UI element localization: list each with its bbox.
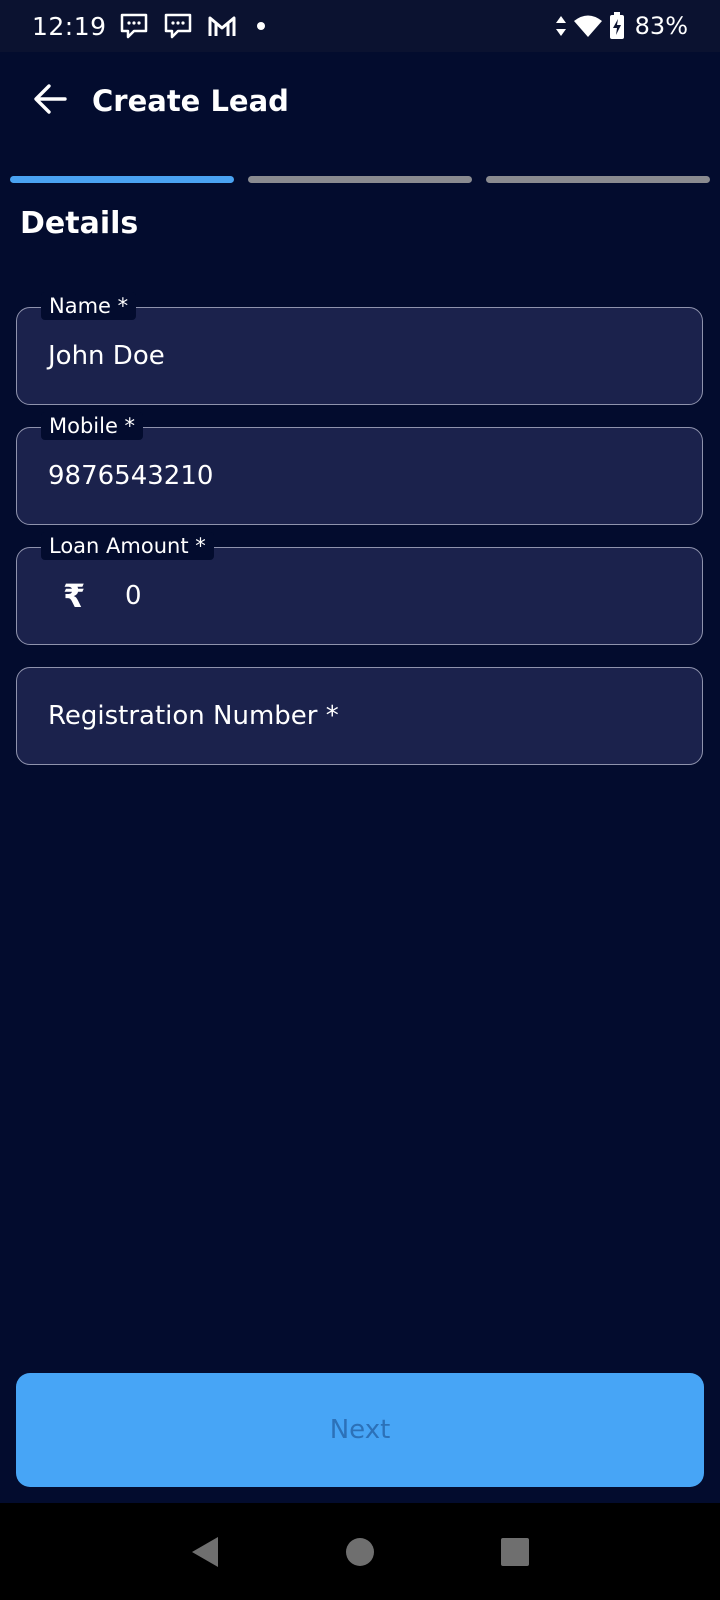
step-3-indicator (486, 176, 710, 183)
nav-home-button[interactable] (340, 1532, 380, 1572)
dot-icon (256, 22, 265, 30)
rupee-icon: ₹ (63, 577, 86, 615)
section-title: Details (20, 206, 139, 241)
mobile-value: 9876543210 (48, 461, 214, 491)
battery-charging-icon (609, 12, 625, 40)
loan-amount-value: 0 (125, 581, 142, 611)
status-bar: 12:19 83% (0, 0, 720, 52)
nav-recents-button[interactable] (495, 1532, 535, 1572)
chat-bubble-icon (119, 11, 149, 41)
registration-number-placeholder: Registration Number * (48, 701, 339, 731)
create-lead-screen: 12:19 83% Create Lead Details Name * Joh… (0, 0, 720, 1600)
gmail-icon (207, 13, 237, 39)
name-field[interactable]: Name * John Doe (16, 292, 703, 405)
name-label: Name * (41, 292, 137, 320)
mobile-label: Mobile * (41, 412, 144, 440)
chat-bubble-icon (163, 11, 193, 41)
wifi-icon (573, 14, 603, 38)
battery-percent: 83% (634, 12, 688, 40)
name-value: John Doe (48, 341, 165, 371)
back-button[interactable] (22, 73, 78, 129)
data-arrows-icon (555, 14, 567, 38)
step-1-indicator (10, 176, 234, 183)
progress-stepper (10, 176, 710, 184)
system-navigation-bar (0, 1503, 720, 1600)
circle-home-icon (346, 1537, 374, 1566)
notification-icons (119, 11, 265, 41)
nav-back-button[interactable] (185, 1532, 225, 1572)
mobile-field[interactable]: Mobile * 9876543210 (16, 412, 703, 525)
page-title: Create Lead (92, 84, 289, 118)
loan-amount-label: Loan Amount * (41, 532, 214, 560)
arrow-left-icon (32, 81, 68, 121)
app-bar: Create Lead (0, 52, 720, 150)
status-time: 12:19 (32, 11, 107, 41)
triangle-back-icon (192, 1536, 218, 1567)
square-recents-icon (501, 1537, 529, 1566)
system-status: 83% (555, 12, 688, 40)
registration-number-field[interactable]: Registration Number * (16, 667, 703, 765)
loan-amount-field[interactable]: Loan Amount * ₹ 0 (16, 532, 703, 645)
step-2-indicator (248, 176, 472, 183)
next-button[interactable]: Next (16, 1373, 704, 1487)
